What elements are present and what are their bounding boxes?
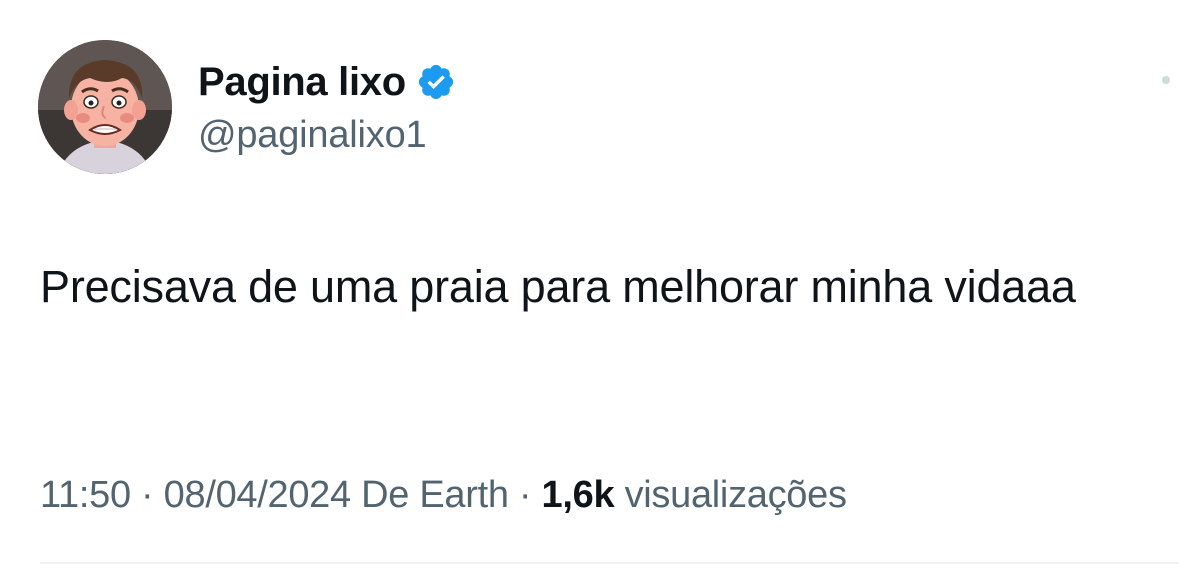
tweet-text: Precisava de uma praia para melhorar min…	[40, 261, 1076, 312]
views-label: visualizações	[624, 474, 847, 516]
author-handle[interactable]: @paginalixo1	[198, 114, 427, 157]
meta-separator: ·	[130, 474, 164, 516]
verified-badge-icon[interactable]	[416, 62, 456, 102]
views-count: 1,6k	[541, 474, 615, 516]
more-options-icon[interactable]	[1162, 76, 1172, 86]
tweet-card: Pagina lixo @paginalixo1 Precisava de um…	[0, 0, 1179, 577]
tweet-source: De Earth	[361, 474, 509, 516]
tweet-meta: 11:50 · 08/04/2024 De Earth · 1,6k visua…	[40, 474, 847, 517]
cartoon-man-avatar-icon	[38, 40, 172, 174]
meta-separator: ·	[508, 474, 542, 516]
avatar[interactable]	[38, 40, 172, 174]
author-name-row: Pagina lixo	[198, 56, 456, 108]
divider	[40, 562, 1179, 564]
tweet-date[interactable]: 08/04/2024	[164, 474, 351, 516]
author-display-name[interactable]: Pagina lixo	[198, 60, 406, 105]
tweet-time[interactable]: 11:50	[40, 474, 131, 516]
